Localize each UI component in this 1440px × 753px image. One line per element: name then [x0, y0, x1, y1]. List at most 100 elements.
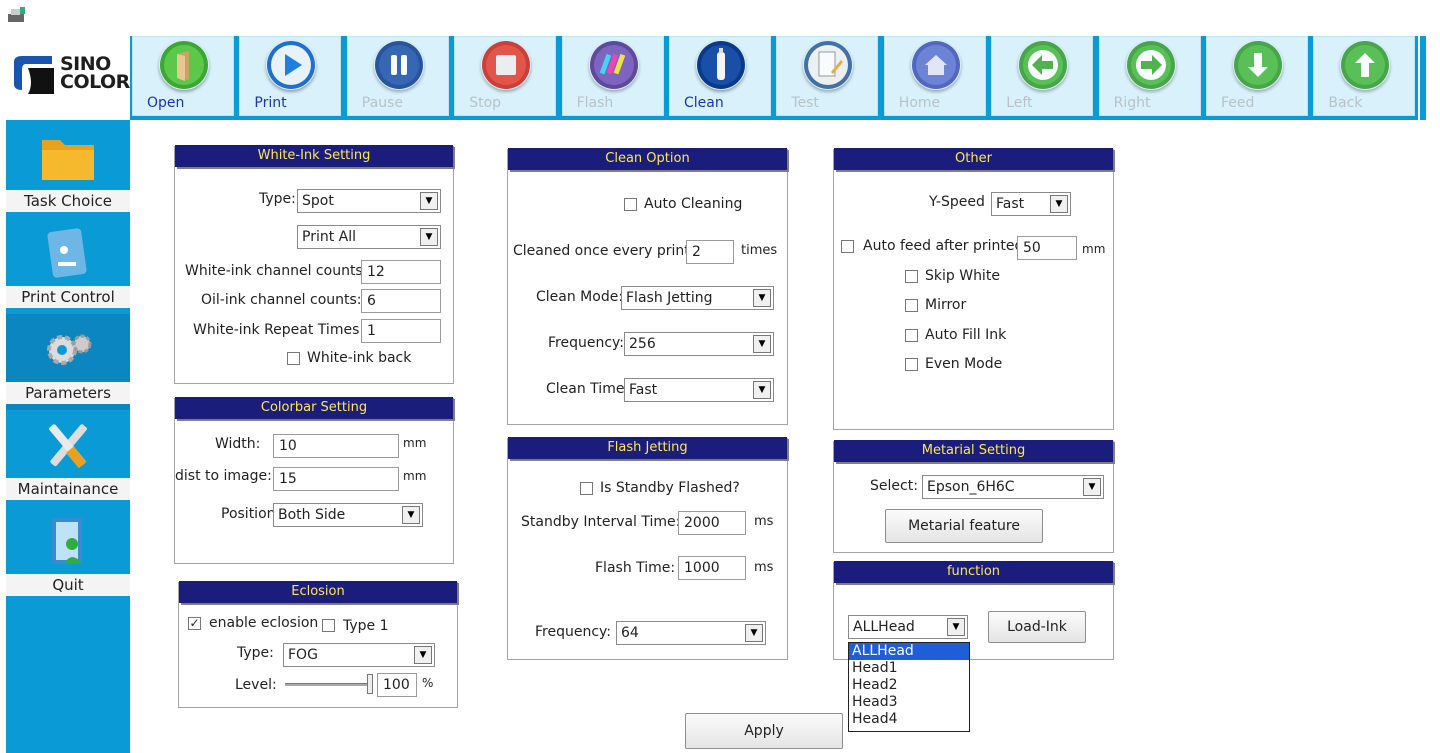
dist-to-image-field[interactable]: 15: [273, 467, 399, 491]
colorbar-width-field[interactable]: 10: [273, 434, 399, 458]
y-speed-select[interactable]: Fast ▼: [991, 192, 1071, 216]
right-button[interactable]: Right: [1098, 36, 1201, 116]
material-select[interactable]: Epson_6H6C ▼: [922, 475, 1104, 499]
select-value: FOG: [288, 647, 318, 663]
sidebar-item-parameters[interactable]: Parameters: [6, 314, 130, 410]
arrow-up-icon: [1340, 40, 1390, 90]
dropdown-option[interactable]: Head2: [849, 677, 969, 694]
left-button[interactable]: Left: [991, 36, 1094, 116]
group-title: White-Ink Setting: [175, 145, 453, 167]
position-select[interactable]: Both Side ▼: [273, 503, 423, 527]
auto-feed-unit: mm: [1082, 242, 1106, 256]
chevron-down-icon[interactable]: ▼: [420, 192, 438, 210]
dropdown-option[interactable]: ALLHead: [849, 643, 969, 660]
even-mode-checkbox[interactable]: [905, 358, 918, 371]
logo-line2: COLOR: [60, 71, 130, 93]
dropdown-option[interactable]: Head1: [849, 660, 969, 677]
chevron-down-icon[interactable]: ▼: [753, 381, 771, 399]
toolbar-button-label: Open: [147, 95, 185, 111]
dropdown-option[interactable]: Head3: [849, 694, 969, 711]
flash-frequency-label: Frequency:: [535, 624, 612, 640]
print-mode-select[interactable]: Print All ▼: [297, 225, 441, 249]
oil-channels-field[interactable]: 6: [361, 289, 441, 313]
toolbar-button-label: Pause: [361, 95, 403, 111]
apply-button[interactable]: Apply: [685, 713, 843, 749]
open-button[interactable]: Open: [132, 36, 234, 116]
chevron-down-icon[interactable]: ▼: [402, 506, 420, 524]
sidebar-item-quit[interactable]: Quit: [6, 506, 130, 602]
clean-every-field[interactable]: 2: [686, 240, 734, 264]
sidebar-item-print-control[interactable]: Print Control: [6, 218, 130, 314]
auto-feed-checkbox[interactable]: [841, 240, 854, 253]
head-dropdown-list[interactable]: ALLHead Head1 Head2 Head3 Head4: [848, 642, 970, 732]
flash-icon: [589, 40, 639, 90]
auto-fill-ink-checkbox[interactable]: [905, 329, 918, 342]
pause-button[interactable]: Pause: [346, 36, 449, 116]
enable-eclosion-checkbox[interactable]: ✓: [188, 617, 201, 630]
oil-channels-label: Oil-ink channel counts:: [201, 292, 362, 308]
folder-icon: [38, 130, 98, 186]
select-value: 64: [621, 625, 639, 641]
chevron-down-icon[interactable]: ▼: [1083, 478, 1101, 496]
flash-time-field[interactable]: 1000: [678, 556, 746, 580]
chevron-down-icon[interactable]: ▼: [420, 228, 438, 246]
white-channels-field[interactable]: 12: [361, 260, 441, 284]
home-button[interactable]: Home: [883, 36, 986, 116]
clean-frequency-select[interactable]: 256 ▼: [624, 332, 774, 356]
repeat-times-field[interactable]: 1: [361, 319, 441, 343]
eclosion-type-select[interactable]: FOG ▼: [283, 643, 435, 667]
white-ink-type-select[interactable]: Spot ▼: [297, 189, 441, 213]
level-field[interactable]: 100: [377, 673, 417, 697]
clean-time-select[interactable]: Fast ▼: [624, 378, 774, 402]
chevron-down-icon[interactable]: ▼: [753, 335, 771, 353]
position-label: Position: [221, 506, 276, 522]
clean-mode-select[interactable]: Flash Jetting ▼: [621, 286, 774, 310]
flash-frequency-select[interactable]: 64 ▼: [616, 621, 766, 645]
chevron-down-icon[interactable]: ▼: [947, 618, 965, 636]
slider-thumb[interactable]: [367, 674, 373, 694]
mirror-checkbox[interactable]: [905, 299, 918, 312]
type1-checkbox[interactable]: [322, 619, 335, 632]
flash-button[interactable]: Flash: [561, 36, 664, 116]
print-button[interactable]: Print: [239, 36, 342, 116]
skip-white-checkbox[interactable]: [905, 270, 918, 283]
open-icon: [159, 40, 209, 90]
clean-button[interactable]: Clean: [669, 36, 771, 116]
white-ink-back-checkbox[interactable]: [287, 352, 300, 365]
skip-white-label: Skip White: [925, 268, 1000, 284]
sidebar-item-maintainance[interactable]: Maintainance: [6, 410, 130, 506]
toolbar: Open Print Pause Stop Flash Clean Test Home Left…: [130, 36, 1418, 120]
interval-field[interactable]: 2000: [678, 511, 746, 535]
auto-feed-field[interactable]: 50: [1017, 236, 1077, 260]
back-button[interactable]: Back: [1313, 36, 1416, 116]
gears-icon: [38, 322, 98, 378]
group-title: Other: [834, 148, 1113, 170]
level-slider[interactable]: [283, 673, 375, 695]
standby-flashed-checkbox[interactable]: [580, 482, 593, 495]
width-label: Width:: [215, 436, 261, 452]
test-button[interactable]: Test: [776, 36, 879, 116]
dropdown-option[interactable]: Head4: [849, 711, 969, 728]
clean-icon: [696, 40, 746, 90]
arrow-left-icon: [1018, 40, 1068, 90]
head-select[interactable]: ALLHead ▼: [848, 615, 968, 639]
sidebar-item-label: Parameters: [6, 382, 130, 404]
chevron-down-icon[interactable]: ▼: [745, 624, 763, 642]
auto-fill-ink-label: Auto Fill Ink: [925, 327, 1007, 343]
type-label: Type:: [259, 191, 296, 207]
chevron-down-icon[interactable]: ▼: [1050, 195, 1068, 213]
chevron-down-icon[interactable]: ▼: [414, 646, 432, 664]
interval-unit: ms: [754, 514, 774, 529]
flash-jetting-group: Flash Jetting Is Standby Flashed? Standb…: [507, 437, 788, 660]
dist-label: dist to image:: [175, 468, 272, 484]
auto-cleaning-checkbox[interactable]: [624, 198, 637, 211]
mirror-label: Mirror: [925, 297, 967, 313]
select-value: Spot: [302, 193, 334, 209]
select-value: 256: [629, 336, 656, 352]
load-ink-button[interactable]: Load-Ink: [988, 611, 1086, 643]
chevron-down-icon[interactable]: ▼: [753, 289, 771, 307]
material-feature-button[interactable]: Metarial feature: [885, 509, 1043, 543]
feed-button[interactable]: Feed: [1206, 36, 1308, 116]
sidebar-item-task-choice[interactable]: Task Choice: [6, 122, 130, 218]
stop-button[interactable]: Stop: [454, 36, 557, 116]
